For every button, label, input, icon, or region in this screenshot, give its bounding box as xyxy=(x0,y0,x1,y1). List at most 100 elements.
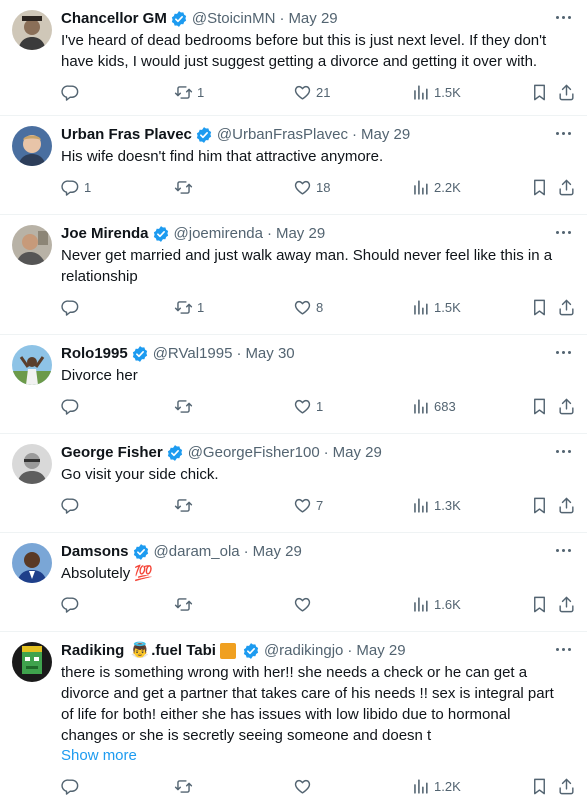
bookmark-button[interactable] xyxy=(530,776,549,796)
retweet-button[interactable] xyxy=(174,594,197,614)
tweet[interactable]: Chancellor GM @StoicinMN · May 29 I've h… xyxy=(0,0,587,116)
tweet[interactable]: George Fisher @GeorgeFisher100 · May 29 … xyxy=(0,434,587,533)
user-handle[interactable]: @radikingjo xyxy=(264,640,343,662)
share-button[interactable] xyxy=(557,177,576,197)
avatar[interactable] xyxy=(12,444,52,484)
reply-button[interactable] xyxy=(61,495,84,515)
user-handle[interactable]: @GeorgeFisher100 xyxy=(188,442,320,464)
avatar[interactable] xyxy=(12,10,52,50)
reply-button[interactable] xyxy=(61,82,84,102)
tweet[interactable]: Radiking 👼 .fuel Tabi @radikingjo · May 2… xyxy=(0,632,587,807)
like-icon xyxy=(293,298,312,317)
separator-dot: · xyxy=(266,225,272,242)
tweet[interactable]: Damsons @daram_ola · May 29 Absolutely 💯… xyxy=(0,533,587,632)
tweet-date[interactable]: May 29 xyxy=(276,223,325,245)
more-icon[interactable] xyxy=(553,543,573,557)
share-button[interactable] xyxy=(557,396,576,416)
user-handle[interactable]: @joemirenda xyxy=(174,223,263,245)
reply-button[interactable] xyxy=(61,594,84,614)
tweet-date[interactable]: May 29 xyxy=(356,640,405,662)
display-name[interactable]: Chancellor GM xyxy=(61,8,167,30)
retweet-button[interactable] xyxy=(174,776,197,796)
views-button[interactable]: 1.6K xyxy=(411,594,461,614)
bookmark-button[interactable] xyxy=(530,594,549,614)
share-icon xyxy=(557,397,576,416)
retweet-button[interactable] xyxy=(174,495,197,515)
user-handle[interactable]: @StoicinMN xyxy=(192,8,276,30)
tweet-header: Joe Mirenda @joemirenda · May 29 xyxy=(61,223,571,245)
views-button[interactable]: 1.3K xyxy=(411,495,461,515)
retweet-button[interactable]: 1 xyxy=(174,297,204,317)
bookmark-button[interactable] xyxy=(530,82,549,102)
like-button[interactable]: 1 xyxy=(293,396,323,416)
display-name[interactable]: Rolo1995 xyxy=(61,343,128,365)
tweet-date[interactable]: May 29 xyxy=(361,124,410,146)
more-icon[interactable] xyxy=(553,10,573,24)
share-button[interactable] xyxy=(557,594,576,614)
reply-button[interactable] xyxy=(61,396,84,416)
share-button[interactable] xyxy=(557,82,576,102)
bookmark-button[interactable] xyxy=(530,495,549,515)
retweet-button[interactable] xyxy=(174,177,197,197)
retweet-button[interactable] xyxy=(174,396,197,416)
more-icon[interactable] xyxy=(553,642,573,656)
views-button[interactable]: 683 xyxy=(411,396,456,416)
display-name[interactable]: Urban Fras Plavec xyxy=(61,124,192,146)
like-button[interactable]: 7 xyxy=(293,495,323,515)
reply-icon xyxy=(61,298,80,317)
display-name[interactable]: George Fisher xyxy=(61,442,163,464)
share-button[interactable] xyxy=(557,297,576,317)
avatar[interactable] xyxy=(12,126,52,166)
tweet-header: Damsons @daram_ola · May 29 xyxy=(61,541,571,563)
display-name[interactable]: Joe Mirenda xyxy=(61,223,149,245)
tweet-date[interactable]: May 29 xyxy=(333,442,382,464)
more-icon[interactable] xyxy=(553,225,573,239)
like-button[interactable] xyxy=(293,594,316,614)
avatar[interactable] xyxy=(12,543,52,583)
reply-icon xyxy=(61,83,80,102)
bookmark-icon xyxy=(530,83,549,102)
views-button[interactable]: 1.5K xyxy=(411,82,461,102)
retweet-icon xyxy=(174,178,193,197)
more-icon[interactable] xyxy=(553,126,573,140)
like-button[interactable]: 8 xyxy=(293,297,323,317)
tweet-date[interactable]: May 30 xyxy=(245,343,294,365)
more-icon[interactable] xyxy=(553,345,573,359)
user-handle[interactable]: @UrbanFrasPlavec xyxy=(217,124,348,146)
more-icon[interactable] xyxy=(553,444,573,458)
views-button[interactable]: 1.2K xyxy=(411,776,461,796)
share-icon xyxy=(557,496,576,515)
display-name[interactable]: Damsons xyxy=(61,541,129,563)
views-button[interactable]: 1.5K xyxy=(411,297,461,317)
tweet-date[interactable]: May 29 xyxy=(253,541,302,563)
reply-icon xyxy=(61,178,80,197)
avatar[interactable] xyxy=(12,345,52,385)
like-button[interactable] xyxy=(293,776,316,796)
avatar[interactable] xyxy=(12,225,52,265)
like-button[interactable]: 18 xyxy=(293,177,330,197)
verified-badge-icon xyxy=(195,126,213,144)
reply-button[interactable] xyxy=(61,776,84,796)
display-name[interactable]: Radiking 👼 .fuel Tabi xyxy=(61,640,216,662)
tweet[interactable]: Rolo1995 @RVal1995 · May 30 Divorce her … xyxy=(0,335,587,434)
reply-icon xyxy=(61,496,80,515)
bookmark-button[interactable] xyxy=(530,297,549,317)
reply-icon xyxy=(61,595,80,614)
bookmark-button[interactable] xyxy=(530,177,549,197)
tweet[interactable]: Urban Fras Plavec @UrbanFrasPlavec · May… xyxy=(0,116,587,215)
show-more-link[interactable]: Show more xyxy=(61,746,137,766)
reply-button[interactable] xyxy=(61,297,84,317)
avatar[interactable] xyxy=(12,642,52,682)
user-handle[interactable]: @RVal1995 xyxy=(153,343,233,365)
share-button[interactable] xyxy=(557,776,576,796)
share-button[interactable] xyxy=(557,495,576,515)
reply-button[interactable]: 1 xyxy=(61,177,91,197)
like-button[interactable]: 21 xyxy=(293,82,330,102)
views-button[interactable]: 2.2K xyxy=(411,177,461,197)
user-handle[interactable]: @daram_ola xyxy=(154,541,240,563)
tweet-date[interactable]: May 29 xyxy=(288,8,337,30)
views-icon xyxy=(411,595,430,614)
bookmark-button[interactable] xyxy=(530,396,549,416)
retweet-button[interactable]: 1 xyxy=(174,82,204,102)
tweet[interactable]: Joe Mirenda @joemirenda · May 29 Never g… xyxy=(0,215,587,335)
